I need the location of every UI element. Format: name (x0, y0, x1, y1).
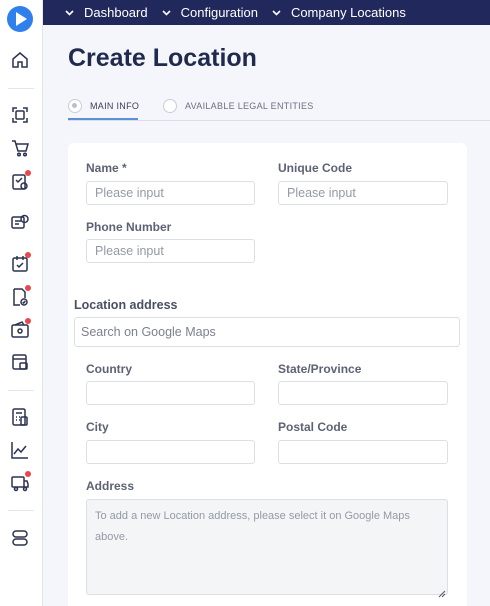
scan-icon[interactable] (10, 105, 30, 125)
notification-dot (25, 170, 31, 176)
address-textarea[interactable] (86, 499, 448, 595)
tab-main-info[interactable]: MAIN INFO (68, 92, 139, 120)
unique-code-input[interactable] (278, 181, 448, 205)
tab-label: MAIN INFO (90, 101, 140, 111)
breadcrumb-dashboard[interactable]: Dashboard (65, 5, 148, 20)
chevron-down-icon (162, 9, 171, 16)
name-input[interactable] (86, 181, 255, 205)
country-input[interactable] (86, 381, 255, 405)
breadcrumb-configuration[interactable]: Configuration (162, 5, 258, 20)
document-check-icon[interactable] (10, 285, 31, 307)
location-address-label: Location address (74, 298, 178, 312)
state-province-label: State/Province (278, 362, 362, 376)
chevron-down-icon (272, 9, 281, 16)
location-form-card: Name * Unique Code Phone Number Location… (68, 143, 467, 606)
wallet-icon[interactable] (10, 318, 31, 340)
chart-icon[interactable] (10, 440, 30, 460)
resize-handle-icon[interactable] (438, 585, 446, 598)
page-title: Create Location (68, 44, 257, 72)
cart-icon[interactable] (10, 138, 30, 158)
settings-toggle-icon[interactable] (10, 528, 30, 548)
sidebar (0, 0, 43, 606)
finance-icon[interactable] (10, 212, 30, 232)
tab-label: AVAILABLE LEGAL ENTITIES (185, 101, 314, 111)
breadcrumb-label: Company Locations (290, 5, 406, 20)
phone-number-label: Phone Number (86, 220, 172, 234)
breadcrumb-company-locations[interactable]: Company Locations (272, 5, 406, 20)
notification-dot (25, 318, 31, 324)
chevron-down-icon (65, 9, 74, 16)
app-logo[interactable] (7, 6, 33, 32)
breadcrumb: Dashboard Configuration Company Location… (43, 0, 490, 25)
task-check-icon[interactable] (10, 252, 31, 274)
breadcrumb-label: Configuration (180, 5, 258, 20)
postal-code-label: Postal Code (278, 420, 348, 434)
tab-bar: MAIN INFO AVAILABLE LEGAL ENTITIES (68, 92, 490, 121)
name-label: Name * (86, 161, 127, 175)
tab-available-legal-entities[interactable]: AVAILABLE LEGAL ENTITIES (163, 92, 314, 120)
radio-icon (68, 99, 82, 113)
city-input[interactable] (86, 440, 255, 464)
card-list-icon[interactable] (10, 352, 30, 372)
sidebar-divider (8, 510, 34, 511)
country-label: Country (86, 362, 132, 376)
postal-code-input[interactable] (278, 440, 448, 464)
city-label: City (86, 420, 109, 434)
address-label: Address (86, 479, 135, 493)
approval-icon[interactable] (10, 170, 31, 192)
unique-code-label: Unique Code (278, 161, 352, 175)
google-maps-search-input[interactable] (74, 317, 460, 347)
sidebar-divider (8, 390, 34, 391)
notification-dot (25, 285, 31, 291)
sidebar-divider (8, 88, 34, 89)
radio-icon (163, 99, 177, 113)
notification-dot (25, 471, 31, 477)
notification-dot (25, 252, 31, 258)
calculator-icon[interactable] (10, 407, 30, 427)
home-icon[interactable] (10, 50, 30, 70)
state-province-input[interactable] (278, 381, 448, 405)
active-tab-indicator (68, 118, 138, 120)
phone-number-input[interactable] (86, 239, 255, 263)
breadcrumb-label: Dashboard (84, 5, 148, 20)
delivery-icon[interactable] (10, 471, 31, 493)
